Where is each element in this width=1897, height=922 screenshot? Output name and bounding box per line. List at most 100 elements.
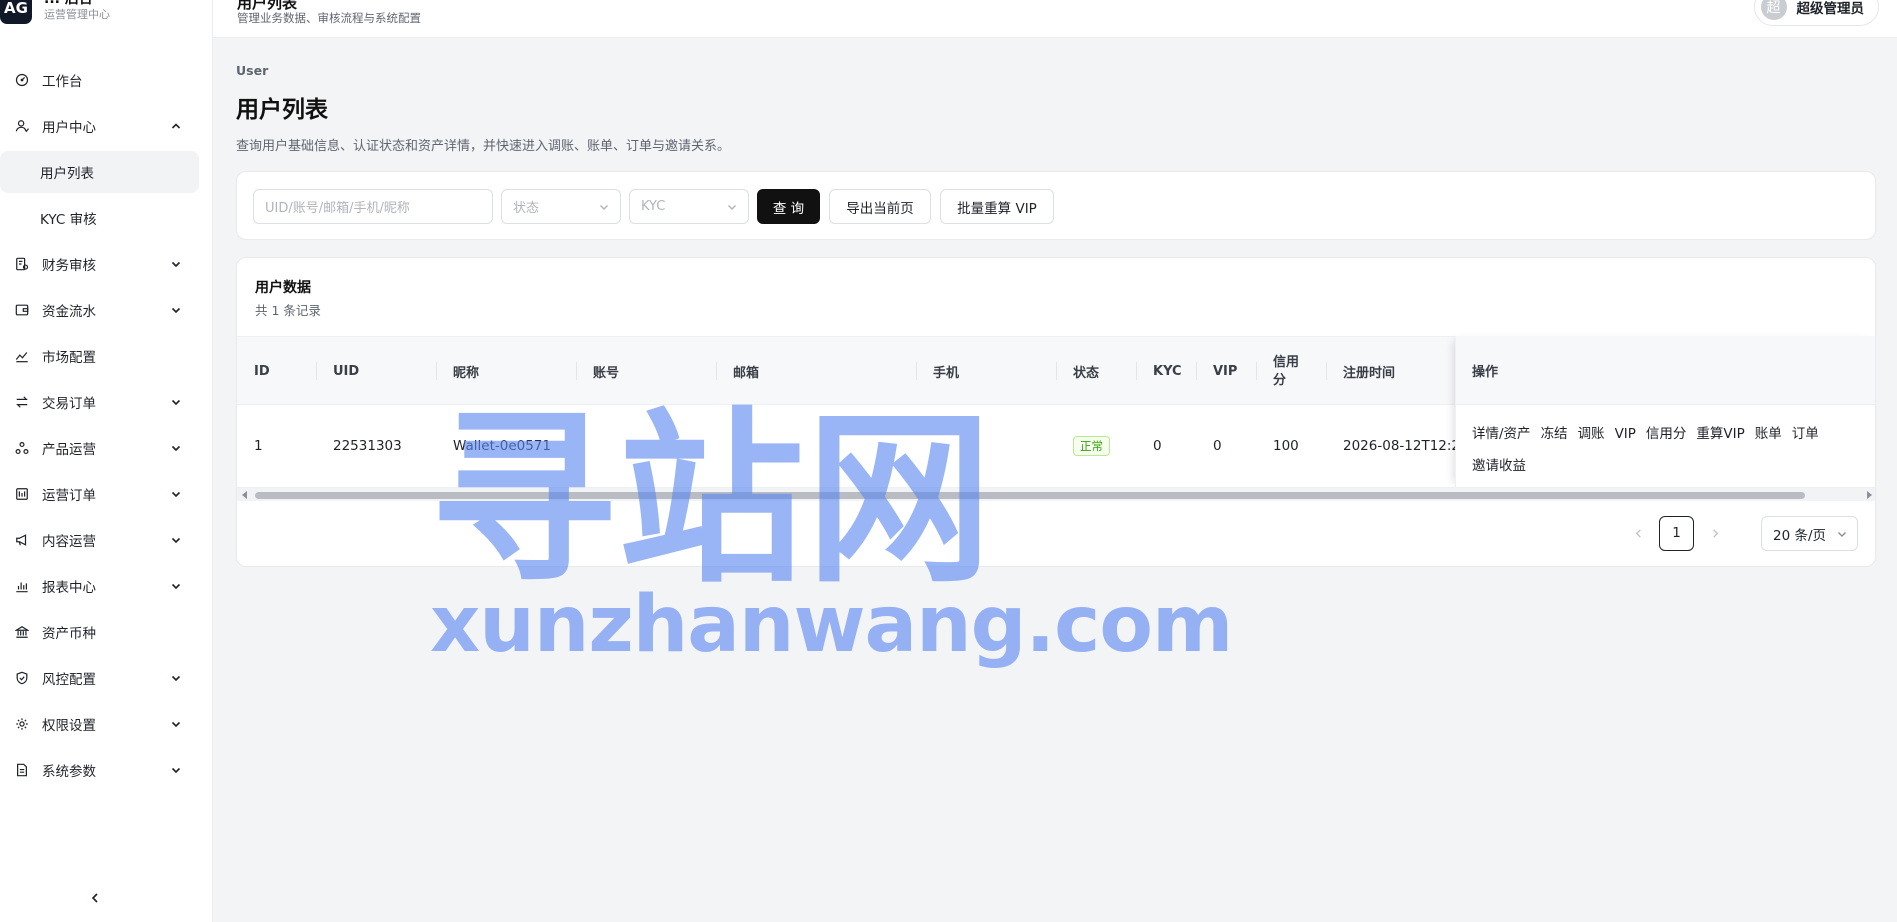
scrollbar-thumb[interactable] xyxy=(255,492,1805,499)
sidebar-item-label: 风控配置 xyxy=(42,672,96,688)
file-icon xyxy=(15,763,29,777)
cluster-icon xyxy=(15,441,29,455)
sidebar-item-product-ops[interactable]: 产品运营 xyxy=(0,425,212,471)
chart-line-icon xyxy=(15,349,29,363)
column-header-actions: 操作 xyxy=(1456,336,1875,405)
user-name: 超级管理员 xyxy=(1796,1,1865,17)
topbar: 用户列表 管理业务数据、审核流程与系统配置 超 超级管理员 xyxy=(213,0,1897,38)
sidebar-item-label: 内容运营 xyxy=(42,534,96,550)
topbar-subtitle: 管理业务数据、审核流程与系统配置 xyxy=(237,11,421,25)
sidebar-item-trade-orders[interactable]: 交易订单 xyxy=(0,379,212,425)
sidebar-item-label: 系统参数 xyxy=(42,764,96,780)
pagination: 1 xyxy=(1621,515,1732,551)
action-vip[interactable]: VIP xyxy=(1615,418,1636,450)
filter-card: UID/账号/邮箱/手机/昵称 状态 KYC 查 询 导出当前页 批量重算 VI… xyxy=(236,171,1876,240)
bank-icon xyxy=(15,625,29,639)
brand-subtitle: 运营管理中心 xyxy=(44,8,110,21)
sidebar-item-ops-orders[interactable]: 运营订单 xyxy=(0,471,212,517)
action-recalc-vip[interactable]: 重算VIP xyxy=(1696,418,1744,450)
row-actions: 详情/资产 冻结 调账 VIP 信用分 重算VIP 账单 订单邀请收益 xyxy=(1472,418,1872,482)
column-header-status[interactable]: 状态 xyxy=(1073,337,1099,406)
column-header-phone[interactable]: 手机 xyxy=(933,337,959,406)
brand[interactable]: AG ... 后台 运营管理中心 xyxy=(0,0,110,30)
cell-kyc: 0 xyxy=(1153,438,1162,454)
chevron-down-icon xyxy=(600,205,608,210)
prev-page-button[interactable] xyxy=(1621,516,1655,550)
user-menu[interactable]: 超 超级管理员 xyxy=(1753,0,1879,26)
sidebar-item-label: 工作台 xyxy=(42,74,83,90)
sidebar-subitem-user-list[interactable]: 用户列表 xyxy=(0,151,199,193)
recalc-vip-button[interactable]: 批量重算 VIP xyxy=(940,189,1054,224)
sidebar-item-label: 资产币种 xyxy=(42,626,96,642)
kyc-select[interactable]: KYC xyxy=(629,189,749,224)
column-header-uid[interactable]: UID xyxy=(333,337,359,406)
column-header-email[interactable]: 邮箱 xyxy=(733,337,759,406)
search-input[interactable]: UID/账号/邮箱/手机/昵称 xyxy=(253,189,493,224)
column-header-registered[interactable]: 注册时间 xyxy=(1343,337,1395,406)
column-header-account[interactable]: 账号 xyxy=(593,337,619,406)
breadcrumb: User xyxy=(236,63,269,78)
bar-chart-icon xyxy=(15,579,29,593)
sidebar-item-label: 市场配置 xyxy=(42,350,96,366)
sidebar-item-finance-review[interactable]: 财务审核 xyxy=(0,241,212,287)
actions-column: 操作 详情/资产 冻结 调账 VIP 信用分 重算VIP 账单 订单邀请收益 xyxy=(1455,336,1875,487)
table-title: 用户数据 xyxy=(255,280,311,296)
sidebar-subitem-kyc-review[interactable]: KYC 审核 xyxy=(0,195,212,241)
query-button[interactable]: 查 询 xyxy=(757,189,820,224)
next-page-button[interactable] xyxy=(1698,516,1732,550)
action-invite-earnings[interactable]: 邀请收益 xyxy=(1472,450,1526,482)
column-header-kyc[interactable]: KYC xyxy=(1153,337,1182,406)
chevron-up-icon xyxy=(170,120,182,132)
scroll-left-icon[interactable] xyxy=(242,491,247,499)
column-header-credit[interactable]: 信用分 xyxy=(1273,337,1305,406)
gear-icon xyxy=(15,717,29,731)
action-freeze[interactable]: 冻结 xyxy=(1541,418,1568,450)
status-select[interactable]: 状态 xyxy=(501,189,621,224)
export-button[interactable]: 导出当前页 xyxy=(829,189,931,224)
sidebar-item-user-center[interactable]: 用户中心 xyxy=(0,103,212,149)
sidebar-collapse-button[interactable] xyxy=(87,890,103,906)
swap-icon xyxy=(15,395,29,409)
chevron-left-icon xyxy=(91,893,98,903)
sidebar-item-risk-config[interactable]: 风控配置 xyxy=(0,655,212,701)
sidebar-item-label: 交易订单 xyxy=(42,396,96,412)
action-credit[interactable]: 信用分 xyxy=(1646,418,1687,450)
user-icon xyxy=(15,119,29,133)
action-adjust-balance[interactable]: 调账 xyxy=(1578,418,1605,450)
chevron-down-icon xyxy=(728,205,736,210)
megaphone-icon xyxy=(15,533,29,547)
dashboard-icon xyxy=(15,73,29,87)
horizontal-scrollbar[interactable] xyxy=(237,487,1875,501)
cell-registered: 2026-08-12T12:2 xyxy=(1343,438,1455,454)
sidebar-item-asset-currency[interactable]: 资产币种 xyxy=(0,609,212,655)
page-size-value: 20 条/页 xyxy=(1773,527,1827,544)
sidebar-item-system-params[interactable]: 系统参数 xyxy=(0,747,212,793)
cell-nickname: Wallet-0e0571 xyxy=(453,438,551,454)
column-header-vip[interactable]: VIP xyxy=(1213,337,1237,406)
sidebar-nav: 工作台 用户中心 用户列表 KYC 审核 财务审核 资金流水 市场配置 交易订单 xyxy=(0,57,212,793)
sidebar-item-workbench[interactable]: 工作台 xyxy=(0,57,212,103)
sidebar-item-fund-flow[interactable]: 资金流水 xyxy=(0,287,212,333)
column-header-id[interactable]: ID xyxy=(254,337,270,406)
chevron-left-icon xyxy=(1635,528,1641,538)
action-bills[interactable]: 账单 xyxy=(1755,418,1782,450)
page-number[interactable]: 1 xyxy=(1659,515,1694,551)
column-header-nickname[interactable]: 昵称 xyxy=(453,337,479,406)
sidebar-item-market-config[interactable]: 市场配置 xyxy=(0,333,212,379)
chevron-down-icon xyxy=(170,396,182,408)
sidebar-item-label: 运营订单 xyxy=(42,488,96,504)
sidebar-item-content-ops[interactable]: 内容运营 xyxy=(0,517,212,563)
action-orders[interactable]: 订单 xyxy=(1792,418,1819,450)
sidebar-item-permission[interactable]: 权限设置 xyxy=(0,701,212,747)
cell-status: 正常 xyxy=(1073,405,1110,487)
sidebar-item-label: 报表中心 xyxy=(42,580,96,596)
sidebar-item-report-center[interactable]: 报表中心 xyxy=(0,563,212,609)
sidebar-submenu-user-center: 用户列表 KYC 审核 xyxy=(0,151,212,241)
scroll-right-icon[interactable] xyxy=(1867,491,1872,499)
page-size-select[interactable]: 20 条/页 xyxy=(1761,516,1858,551)
brand-logo: AG xyxy=(0,0,32,24)
action-detail-assets[interactable]: 详情/资产 xyxy=(1472,418,1531,450)
chevron-down-icon xyxy=(170,258,182,270)
chevron-down-icon xyxy=(170,488,182,500)
sidebar-item-label: 产品运营 xyxy=(42,442,96,458)
